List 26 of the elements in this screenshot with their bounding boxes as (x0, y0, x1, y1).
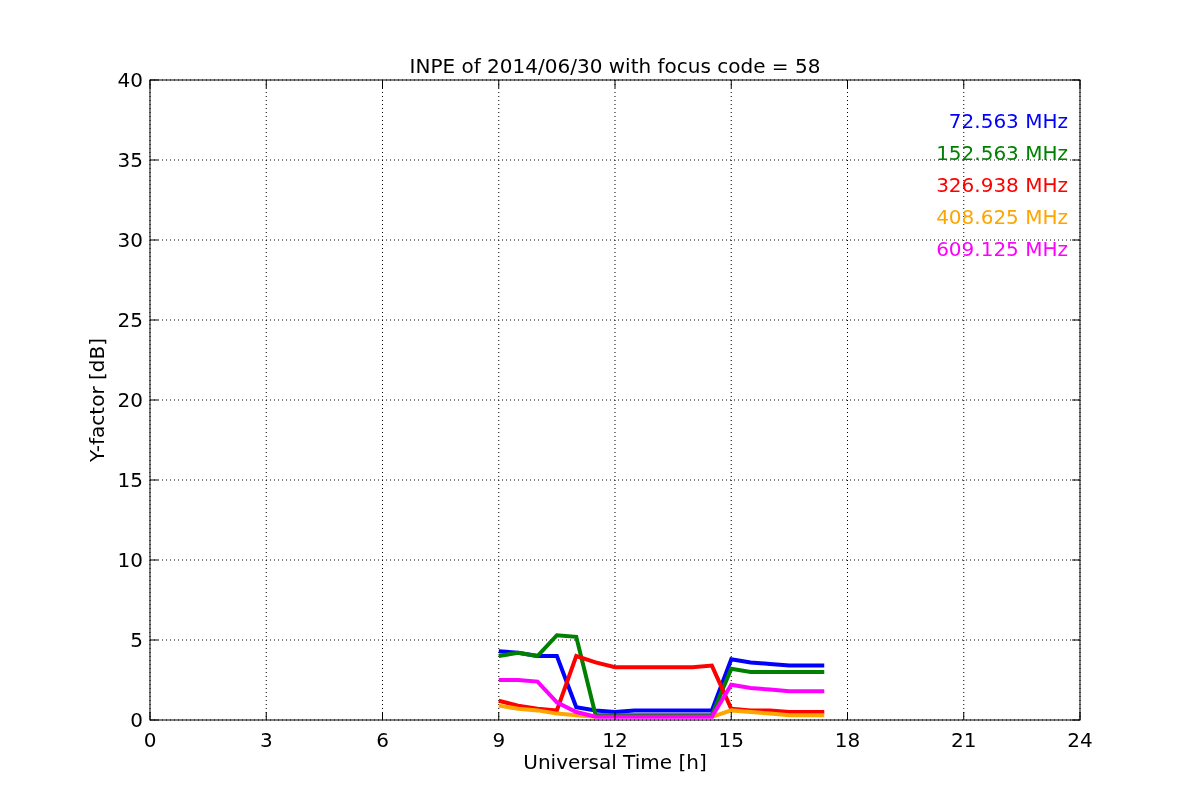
y-axis-label: Y-factor [dB] (85, 338, 109, 462)
legend-label: 408.625 MHz (936, 205, 1068, 229)
legend-label: 609.125 MHz (936, 237, 1068, 261)
y-tick-label: 10 (117, 548, 143, 572)
chart-title: INPE of 2014/06/30 with focus code = 58 (409, 54, 821, 78)
y-tick-label: 0 (130, 708, 143, 732)
x-tick-label: 12 (602, 728, 628, 752)
x-axis-label: Universal Time [h] (523, 750, 707, 774)
x-tick-label: 15 (718, 728, 744, 752)
legend-label: 152.563 MHz (936, 141, 1068, 165)
y-tick-label: 20 (117, 388, 143, 412)
x-tick-label: 21 (951, 728, 977, 752)
x-tick-label: 0 (143, 728, 157, 752)
x-tick-label: 6 (376, 728, 389, 752)
y-tick-label: 35 (117, 148, 143, 172)
y-tick-label: 15 (117, 468, 143, 492)
legend-label: 326.938 MHz (936, 173, 1068, 197)
x-tick-label: 18 (834, 728, 861, 752)
y-tick-label: 25 (117, 308, 143, 332)
y-tick-label: 5 (130, 628, 143, 652)
x-tick-label: 3 (259, 728, 273, 752)
x-tick-label: 9 (492, 728, 506, 752)
y-tick-label: 40 (117, 68, 143, 92)
x-tick-label: 24 (1067, 728, 1093, 752)
legend-label: 72.563 MHz (948, 109, 1068, 133)
y-tick-label: 30 (117, 228, 143, 252)
